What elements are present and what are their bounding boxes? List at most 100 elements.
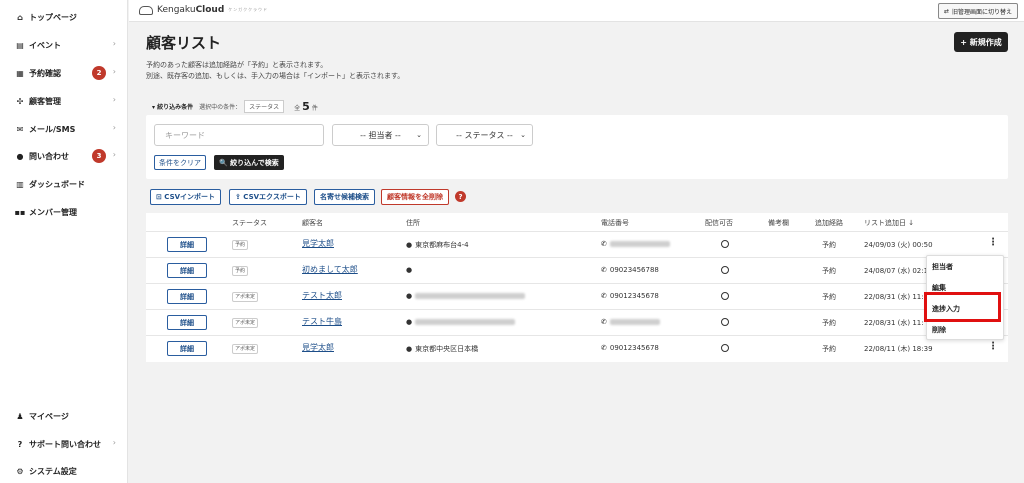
customer-name-link[interactable]: 見学太郎 [302, 238, 334, 249]
csv-export-button[interactable]: ⇪ CSVエクスポート [229, 189, 307, 205]
route-cell: 予約 [822, 241, 836, 249]
sidebar-item-event[interactable]: ▤ イベント › [0, 35, 128, 55]
date-cell: 22/08/11 (木) 18:39 [864, 345, 933, 353]
detail-button[interactable]: 詳細 [167, 263, 207, 278]
cloud-icon [139, 5, 153, 15]
selected-conditions-label: 選択中の条件： [199, 104, 242, 111]
brand-logo[interactable]: Kengaku Cloud ケンガククラウド [139, 5, 268, 15]
more-options-icon[interactable]: ⋮ [988, 237, 998, 248]
redacted-phone [609, 319, 660, 325]
column-header: 電話番号 [601, 219, 629, 227]
table-row: 詳細 予約 見学太郎 ● 東京都麻布台4-4 ✆ 予約 24/09/03 (火) … [146, 231, 1008, 257]
sidebar-item-inquiry[interactable]: ● 問い合わせ 3 › [0, 146, 128, 166]
sidebar-item-mail[interactable]: ✉ メール/SMS › [0, 119, 128, 139]
switch-icon: ⇄ [943, 7, 949, 15]
column-header-sortable[interactable]: リスト追加日 ↓ [864, 218, 914, 228]
address-cell: ● 東京都麻布台4-4 [406, 240, 469, 250]
sidebar-item-dashboard[interactable]: ▥ ダッシュボード [0, 174, 128, 194]
detail-button[interactable]: 詳細 [167, 315, 207, 330]
chevron-down-icon: ⌄ [520, 131, 526, 139]
status-select[interactable]: -- ステータス -- ⌄ [436, 124, 533, 146]
duplicate-search-button[interactable]: 名寄せ候補検索 [314, 189, 375, 205]
chart-icon: ▥ [16, 179, 24, 189]
route-cell: 予約 [822, 293, 836, 301]
pin-icon: ● [406, 345, 413, 353]
person-icon: ♟ [16, 411, 24, 421]
phone-icon: ✆ [601, 292, 607, 300]
table-row: 詳細 アポ未定 見学太郎 ● 東京都中央区日本橋 ✆ 09012345678 予約 … [146, 335, 1008, 361]
sidebar-item-label: システム設定 [29, 466, 77, 476]
keyword-input[interactable]: キーワード [154, 124, 324, 146]
sidebar-item-support[interactable]: ? サポート問い合わせ › [0, 434, 128, 454]
sidebar-item-label: マイページ [29, 411, 69, 421]
address-text: 東京都麻布台4-4 [415, 241, 469, 249]
assignee-select[interactable]: -- 担当者 -- ⌄ [332, 124, 429, 146]
phone-cell: ✆ [601, 240, 670, 248]
new-button[interactable]: + 新規作成 [954, 32, 1008, 52]
sidebar-item-label: ダッシュボード [29, 179, 85, 189]
detail-button[interactable]: 詳細 [167, 289, 207, 304]
delivery-ok-icon [721, 240, 729, 248]
phone-cell: ✆ 09012345678 [601, 292, 659, 300]
sidebar-item-mypage[interactable]: ♟ マイページ [0, 406, 128, 426]
date-cell: 22/08/31 (水) 11: [864, 319, 924, 327]
customer-name-link[interactable]: 初めまして太郎 [302, 264, 358, 275]
phone-icon: ✆ [601, 344, 607, 352]
detail-button[interactable]: 詳細 [167, 237, 207, 252]
filter-toggle[interactable]: ▾ 絞り込み条件 [152, 102, 193, 111]
phone-text: 09023456788 [609, 266, 659, 274]
notification-badge: 2 [92, 66, 106, 80]
status-tag: 予約 [232, 266, 249, 276]
sidebar-item-label: メール/SMS [29, 124, 76, 134]
table-row: 詳細 予約 初めまして太郎 ● ✆ 09023456788 予約 24/08/07… [146, 257, 1008, 283]
sidebar-item-label: 予約確認 [29, 68, 61, 78]
delivery-ok-icon [721, 266, 729, 274]
clear-filter-button[interactable]: 条件をクリア [154, 155, 206, 170]
phone-text: 09012345678 [609, 344, 659, 352]
count-prefix: 全 [294, 105, 301, 112]
description-line: 別途、既存客の追加、もしくは、手入力の場合は「インポート」と表示されます。 [146, 72, 405, 80]
highlight-box [924, 292, 1001, 322]
notification-badge: 3 [92, 149, 106, 163]
more-options-icon[interactable]: ⋮ [988, 341, 998, 352]
csv-import-button[interactable]: ⊡ CSVインポート [150, 189, 222, 205]
delete-all-button[interactable]: 顧客情報を全削除 [381, 189, 449, 205]
count-value: 5 [302, 100, 310, 113]
search-button[interactable]: 🔍 絞り込んで検索 [214, 155, 284, 170]
home-icon: ⌂ [17, 12, 23, 22]
chevron-right-icon: › [112, 95, 116, 104]
status-tag: アポ未定 [232, 344, 259, 354]
menu-item-assignee[interactable]: 担当者 [932, 262, 953, 272]
redacted-address [415, 319, 516, 325]
pin-icon: ● [406, 241, 413, 249]
phone-icon: ✆ [601, 240, 607, 248]
sidebar-item-label: トップページ [29, 12, 77, 22]
status-tag: アポ未定 [232, 292, 259, 302]
sidebar-item-label: イベント [29, 40, 61, 50]
assignee-select-value: -- 担当者 -- [360, 130, 401, 140]
status-select-value: -- ステータス -- [456, 130, 513, 140]
sidebar-item-label: 問い合わせ [29, 151, 69, 161]
address-cell: ● [406, 292, 526, 300]
sidebar-item-customers[interactable]: ✣ 顧客管理 › [0, 91, 128, 111]
help-icon[interactable]: ? [455, 191, 466, 202]
sidebar-item-top[interactable]: ⌂ トップページ [0, 7, 128, 27]
column-header: 追加経路 [815, 219, 843, 227]
detail-button[interactable]: 詳細 [167, 341, 207, 356]
pin-icon: ● [406, 318, 413, 326]
calendar-icon: ▦ [16, 68, 24, 78]
sidebar-item-settings[interactable]: ⚙ システム設定 [0, 461, 128, 481]
switch-legacy-button[interactable]: ⇄ 旧管理画面に切り替え [937, 3, 1018, 19]
chat-icon: ● [16, 151, 24, 161]
grid-icon: ▪▪ [14, 207, 26, 217]
pin-icon: ● [406, 292, 413, 300]
sidebar-item-members[interactable]: ▪▪ メンバー管理 [0, 202, 128, 222]
customer-name-link[interactable]: テスト太郎 [302, 290, 342, 301]
sidebar-item-reservation[interactable]: ▦ 予約確認 2 › [0, 63, 128, 83]
chevron-right-icon: › [112, 438, 116, 447]
menu-item-delete[interactable]: 削除 [932, 325, 946, 335]
customer-name-link[interactable]: 見学太郎 [302, 342, 334, 353]
customer-name-link[interactable]: テスト牛島 [302, 316, 342, 327]
address-cell: ● 東京都中央区日本橋 [406, 344, 478, 354]
topbar: Kengaku Cloud ケンガククラウド ⇄ 旧管理画面に切り替え [129, 0, 1024, 22]
